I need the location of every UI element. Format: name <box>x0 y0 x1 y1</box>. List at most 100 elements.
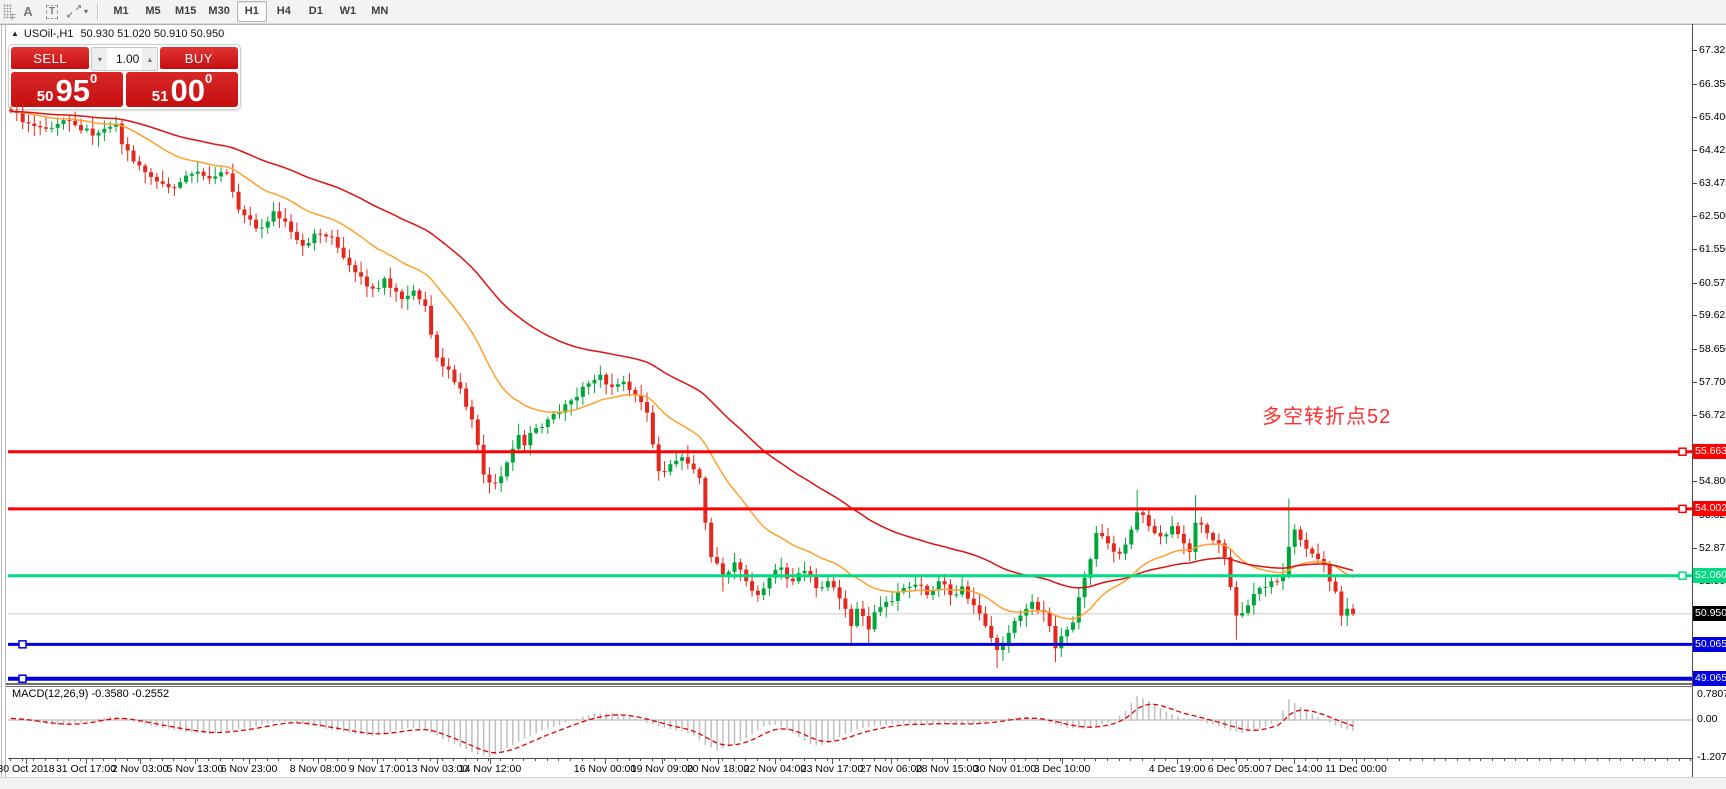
x-axis-minor-tick <box>827 759 828 761</box>
x-axis-minor-tick <box>885 759 886 761</box>
x-axis-minor-tick <box>325 759 326 761</box>
x-axis-minor-tick <box>1270 759 1271 761</box>
toolbar: F A T ↗ ↙ ▾ M1M5M15M30H1H4D1W1MN <box>0 0 1726 24</box>
timeframe-bar: M1M5M15M30H1H4D1W1MN <box>105 1 396 22</box>
x-axis-minor-tick <box>1585 759 1586 761</box>
price-axis[interactable]: 67.32566.35065.40064.42563.47562.50061.5… <box>1692 24 1726 777</box>
window-edge-line2 <box>5 24 6 777</box>
x-axis-minor-tick <box>1119 759 1120 761</box>
x-axis-date-label: 6 Nov 23:00 <box>221 763 278 775</box>
timeframe-button-m5[interactable]: M5 <box>138 1 168 22</box>
x-axis-minor-tick <box>1422 759 1423 761</box>
x-axis-minor-tick <box>1364 759 1365 761</box>
x-axis-minor-tick <box>967 759 968 761</box>
hline-handle[interactable] <box>19 675 26 682</box>
timeframe-button-w1[interactable]: W1 <box>333 1 363 22</box>
macd-axis-label: 0.00 <box>1697 714 1717 725</box>
timeframe-button-m30[interactable]: M30 <box>203 1 234 22</box>
toolbar-drag-handle[interactable]: F <box>3 4 12 19</box>
x-axis-minor-tick <box>150 759 151 761</box>
macd-axis-label: 0.7807 <box>1697 689 1726 700</box>
x-axis-minor-tick <box>348 759 349 761</box>
x-axis-minor-tick <box>874 759 875 761</box>
x-axis-minor-tick <box>1504 759 1505 761</box>
x-axis-minor-tick <box>407 759 408 761</box>
x-axis-minor-tick <box>232 759 233 761</box>
x-axis-minor-tick <box>1620 759 1621 761</box>
x-axis-minor-tick <box>629 759 630 761</box>
x-axis-minor-tick <box>1107 759 1108 761</box>
timeframe-button-d1[interactable]: D1 <box>301 1 331 22</box>
chevron-down-icon[interactable]: ▾ <box>84 7 88 16</box>
timeframe-button-h1[interactable]: H1 <box>237 1 267 22</box>
x-axis-minor-tick <box>360 759 361 761</box>
y-axis-tick <box>1693 481 1697 482</box>
x-axis-minor-tick <box>337 759 338 761</box>
x-axis-minor-tick <box>1352 759 1353 761</box>
price-level-tag: 54.002 <box>1693 501 1726 516</box>
price-chart[interactable] <box>8 42 1692 758</box>
x-axis-minor-tick <box>1644 759 1645 761</box>
y-axis-tick-label: 62.500 <box>1699 211 1726 222</box>
x-axis-minor-tick <box>582 759 583 761</box>
x-axis-minor-tick <box>92 759 93 761</box>
x-axis-minor-tick <box>1609 759 1610 761</box>
timeframe-button-h4[interactable]: H4 <box>269 1 299 22</box>
x-axis-minor-tick <box>1667 759 1668 761</box>
y-axis-tick-label: 57.700 <box>1699 377 1726 388</box>
x-axis-minor-tick <box>1095 759 1096 761</box>
x-axis-date-label: 27 Nov 06:00 <box>860 763 922 775</box>
price-level-tag: 55.663 <box>1693 444 1726 459</box>
timeframe-button-mn[interactable]: MN <box>365 1 395 22</box>
collapse-triangle-icon[interactable]: ▲ <box>11 29 19 38</box>
x-axis-minor-tick <box>1375 759 1376 761</box>
x-axis-date-label: 11 Dec 00:00 <box>1325 763 1387 775</box>
ohlc-values: 50.930 51.020 50.910 50.950 <box>80 28 224 40</box>
y-axis-tick-label: 60.575 <box>1699 278 1726 289</box>
x-axis-date-label: 5 Nov 13:00 <box>167 763 224 775</box>
hline-handle[interactable] <box>1679 572 1686 579</box>
y-axis-tick-label: 63.475 <box>1699 178 1726 189</box>
x-axis-minor-tick <box>127 759 128 761</box>
x-axis-minor-tick <box>313 759 314 761</box>
x-axis-minor-tick <box>652 759 653 761</box>
y-axis-tick <box>1693 183 1697 184</box>
x-axis-minor-tick <box>1469 759 1470 761</box>
hline-handle[interactable] <box>1679 505 1686 512</box>
font-a-icon[interactable]: A <box>18 2 38 22</box>
x-axis-minor-tick <box>1410 759 1411 761</box>
x-axis-minor-tick <box>1597 759 1598 761</box>
x-axis-minor-tick <box>547 759 548 761</box>
price-level-tag: 52.060 <box>1693 568 1726 583</box>
x-axis-minor-tick <box>512 759 513 761</box>
x-axis-minor-tick <box>897 759 898 761</box>
x-axis-minor-tick <box>243 759 244 761</box>
timeframe-button-m15[interactable]: M15 <box>170 1 201 22</box>
x-axis-minor-tick <box>173 759 174 761</box>
x-axis-date-label: 9 Nov 17:00 <box>349 763 406 775</box>
x-axis-minor-tick <box>1084 759 1085 761</box>
macd-indicator-label: MACD(12,26,9) -0.3580 -0.2552 <box>12 688 169 700</box>
x-axis-minor-tick <box>1049 759 1050 761</box>
x-axis-minor-tick <box>640 759 641 761</box>
x-axis-minor-tick <box>430 759 431 761</box>
text-annotation[interactable]: 多空转折点52 <box>1262 400 1391 429</box>
grid-f-icon: F <box>11 13 16 22</box>
x-axis-minor-tick <box>944 759 945 761</box>
x-axis-minor-tick <box>1562 759 1563 761</box>
hline-handle[interactable] <box>19 641 26 648</box>
time-axis[interactable]: 30 Oct 201831 Oct 17:002 Nov 03:005 Nov … <box>8 758 1692 777</box>
timeframe-button-m1[interactable]: M1 <box>106 1 136 22</box>
x-axis-minor-tick <box>839 759 840 761</box>
text-tool-icon[interactable]: T <box>42 2 62 22</box>
x-axis-date-label: 3 Dec 10:00 <box>1034 763 1091 775</box>
x-axis-minor-tick <box>1515 759 1516 761</box>
x-axis-date-label: 16 Nov 00:00 <box>574 763 636 775</box>
hline-handle[interactable] <box>1679 448 1686 455</box>
x-axis-minor-tick <box>1434 759 1435 761</box>
x-axis-minor-tick <box>570 759 571 761</box>
x-axis-minor-tick <box>33 759 34 761</box>
x-axis-minor-tick <box>757 759 758 761</box>
arrows-tool-icon[interactable]: ↗ ↙ ▾ <box>66 2 88 22</box>
x-axis-minor-tick <box>523 759 524 761</box>
